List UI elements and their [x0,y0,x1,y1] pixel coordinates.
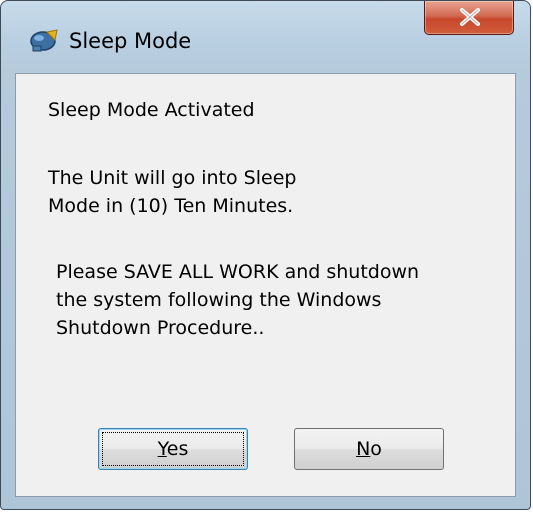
no-button-label: No [356,429,382,469]
no-button[interactable]: No [294,428,444,470]
close-button[interactable] [424,1,514,35]
sleep-mode-dialog: Sleep Mode Sleep Mode Activated The Unit… [0,0,531,510]
yes-button-label: Yes [158,429,189,469]
yes-button[interactable]: Yes [98,428,248,470]
sleep-app-icon [30,29,58,52]
yes-mnemonic: Y [157,438,167,460]
title-bar[interactable]: Sleep Mode [1,1,530,73]
close-icon [460,8,480,26]
message-save-work: Please SAVE ALL WORK and shutdown the sy… [56,261,420,339]
no-label-rest: o [370,438,382,460]
no-mnemonic: N [356,438,371,460]
window-title: Sleep Mode [69,29,192,53]
message-heading: Sleep Mode Activated [48,99,255,121]
dialog-body: Sleep Mode Activated The Unit will go in… [15,73,516,497]
yes-label-rest: es [166,438,189,460]
message-sleep-timer: The Unit will go into Sleep Mode in (10)… [48,167,297,217]
